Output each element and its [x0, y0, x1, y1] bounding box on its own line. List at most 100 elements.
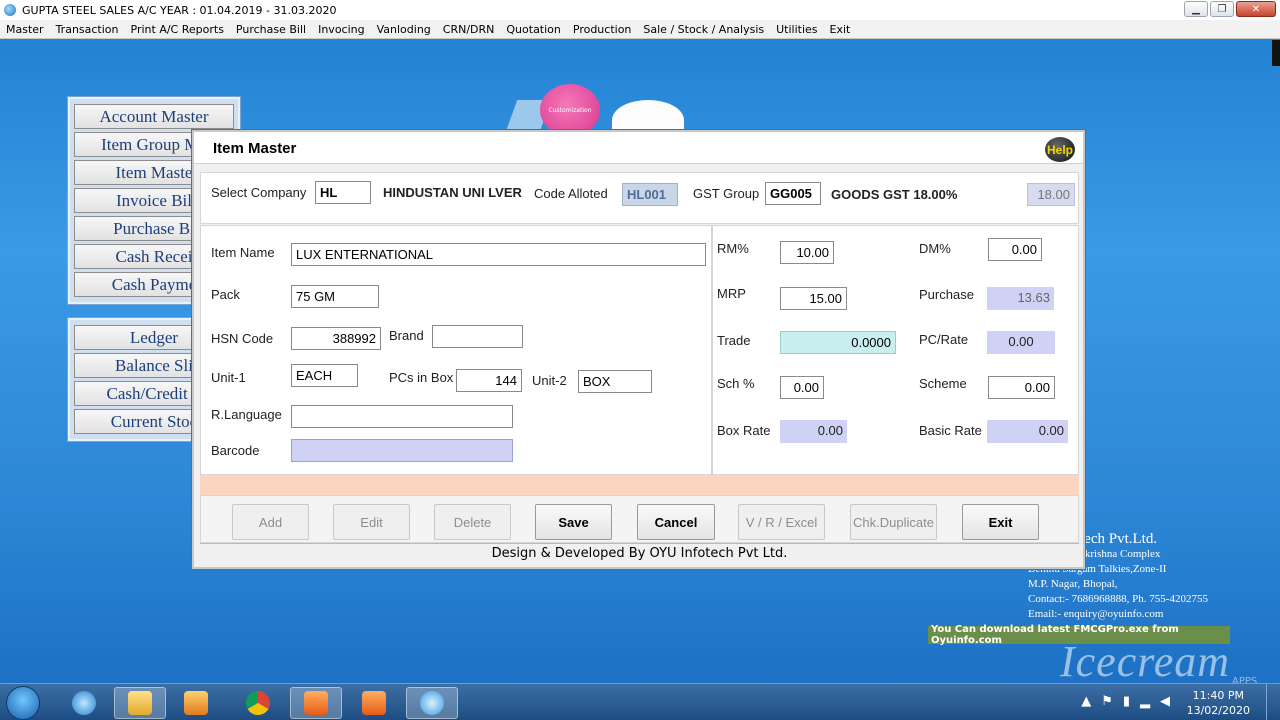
purchase-field: 13.63 — [987, 287, 1054, 310]
barcode-field[interactable] — [291, 439, 513, 462]
menu-production[interactable]: Production — [567, 23, 638, 36]
pack-field[interactable]: 75 GM — [291, 285, 379, 308]
menu-print-reports[interactable]: Print A/C Reports — [125, 23, 230, 36]
chrome-icon-glyph — [246, 691, 270, 715]
menu-utilities[interactable]: Utilities — [770, 23, 823, 36]
menu-transaction[interactable]: Transaction — [50, 23, 125, 36]
oyu-app-icon[interactable] — [406, 687, 458, 719]
network-icon[interactable]: ▂ — [1140, 694, 1150, 709]
item-name-label: Item Name — [211, 245, 275, 260]
company-address-3: M.P. Nagar, Bhopal, — [1028, 578, 1118, 590]
unit2-field[interactable]: BOX — [578, 370, 652, 393]
unit1-field[interactable]: EACH — [291, 364, 358, 387]
scroll-handle[interactable] — [1272, 40, 1280, 66]
cancel-button[interactable]: Cancel — [637, 504, 715, 540]
box-rate-label: Box Rate — [717, 423, 771, 438]
trade-field[interactable]: 0.0000 — [780, 331, 896, 354]
start-button[interactable] — [6, 686, 40, 720]
sch-percent-field[interactable]: 0.00 — [780, 376, 824, 399]
mrp-label: MRP — [717, 286, 746, 301]
check-duplicate-button[interactable]: Chk.Duplicate — [850, 504, 937, 540]
oyu-icon-glyph — [420, 691, 444, 715]
tray-arrow-icon[interactable]: ▲ — [1081, 694, 1091, 709]
hsn-code-field[interactable]: 388992 — [291, 327, 381, 350]
system-tray: ▲ ⚑ ▮ ▂ ◀ — [1081, 694, 1170, 709]
developer-footer: Design & Developed By OYU Infotech Pvt L… — [200, 543, 1079, 563]
window-controls: ▁ ❐ ✕ — [1184, 1, 1276, 17]
company-code-field[interactable]: HL — [315, 181, 371, 204]
edit-button[interactable]: Edit — [333, 504, 410, 540]
vr-excel-button[interactable]: V / R / Excel — [738, 504, 825, 540]
r-language-label: R.Language — [211, 407, 282, 422]
help-button[interactable]: Help — [1045, 137, 1075, 162]
menu-quotation[interactable]: Quotation — [500, 23, 566, 36]
show-desktop-button[interactable] — [1266, 684, 1280, 720]
pc-rate-field: 0.00 — [987, 331, 1055, 354]
gst-group-name: GOODS GST 18.00% — [831, 187, 958, 202]
customization-bubble[interactable]: Customization — [540, 84, 600, 136]
purchase-label: Purchase — [919, 287, 974, 302]
menu-crn-drn[interactable]: CRN/DRN — [437, 23, 501, 36]
close-button[interactable]: ✕ — [1236, 1, 1276, 17]
company-name-text: HINDUSTAN UNI LVER — [383, 185, 522, 200]
brand-label: Brand — [389, 328, 424, 343]
r-language-field[interactable] — [291, 405, 513, 428]
menu-invoicing[interactable]: Invocing — [312, 23, 371, 36]
menu-master[interactable]: Master — [0, 23, 50, 36]
company-contact: Contact:- 7686968888, Ph. 755-4202755 — [1028, 593, 1208, 605]
recorder-icon[interactable] — [290, 687, 342, 719]
volume-icon[interactable]: ◀ — [1160, 694, 1170, 709]
menu-purchase-bill[interactable]: Purchase Bill — [230, 23, 312, 36]
gst-group-label: GST Group — [693, 186, 760, 201]
minimize-button[interactable]: ▁ — [1184, 1, 1208, 17]
brand-field[interactable] — [432, 325, 523, 348]
clock-time: 11:40 PM — [1192, 689, 1244, 702]
play-icon — [184, 691, 208, 715]
scheme-field[interactable]: 0.00 — [988, 376, 1055, 399]
pack-label: Pack — [211, 287, 240, 302]
dialog-title: Item Master — [194, 132, 1083, 164]
camera-icon[interactable] — [348, 687, 400, 719]
code-alloted-label: Code Alloted — [534, 186, 608, 201]
status-message-bar — [200, 475, 1079, 495]
window-title-bar: GUPTA STEEL SALES A/C YEAR : 01.04.2019 … — [0, 0, 1280, 20]
box-rate-field: 0.00 — [780, 420, 847, 443]
dm-percent-field[interactable]: 0.00 — [988, 238, 1042, 261]
company-name: tech Pvt.Ltd. — [1080, 531, 1158, 547]
side-account-master[interactable]: Account Master — [74, 104, 234, 129]
explorer-icon[interactable] — [114, 687, 166, 719]
scheme-label: Scheme — [919, 376, 967, 391]
menu-bar: Master Transaction Print A/C Reports Pur… — [0, 20, 1280, 39]
delete-button[interactable]: Delete — [434, 504, 511, 540]
menu-vanloding[interactable]: Vanloding — [371, 23, 437, 36]
flag-icon[interactable]: ⚑ — [1101, 694, 1113, 709]
chrome-icon[interactable] — [232, 687, 284, 719]
watermark-logo: Icecream — [1060, 637, 1231, 686]
rm-percent-label: RM% — [717, 241, 749, 256]
app-icon — [4, 4, 16, 16]
battery-icon[interactable]: ▮ — [1123, 694, 1130, 709]
company-email: Email:- enquiry@oyuinfo.com — [1028, 608, 1164, 620]
save-button[interactable]: Save — [535, 504, 612, 540]
clock-date: 13/02/2020 — [1186, 704, 1250, 717]
pcs-in-box-field[interactable]: 144 — [456, 369, 522, 392]
gst-group-field[interactable]: GG005 — [765, 182, 821, 205]
add-button[interactable]: Add — [232, 504, 309, 540]
exit-button[interactable]: Exit — [962, 504, 1039, 540]
menu-exit[interactable]: Exit — [824, 23, 857, 36]
pricing-section: RM% 10.00 DM% 0.00 MRP 15.00 Purchase 13… — [712, 225, 1079, 475]
media-player-icon[interactable] — [170, 687, 222, 719]
camera-icon-glyph — [362, 691, 386, 715]
rm-percent-field[interactable]: 10.00 — [780, 241, 834, 264]
ie-icon[interactable] — [58, 687, 110, 719]
dm-percent-label: DM% — [919, 241, 951, 256]
menu-sale-stock[interactable]: Sale / Stock / Analysis — [637, 23, 770, 36]
select-company-label: Select Company — [211, 185, 307, 200]
mrp-field[interactable]: 15.00 — [780, 287, 847, 310]
sch-percent-label: Sch % — [717, 376, 755, 391]
taskbar: ▲ ⚑ ▮ ▂ ◀ 11:40 PM 13/02/2020 — [0, 683, 1280, 720]
item-name-field[interactable]: LUX ENTERNATIONAL — [291, 243, 706, 266]
restore-button[interactable]: ❐ — [1210, 1, 1234, 17]
taskbar-clock[interactable]: 11:40 PM 13/02/2020 — [1187, 688, 1250, 718]
trade-label: Trade — [717, 333, 751, 348]
